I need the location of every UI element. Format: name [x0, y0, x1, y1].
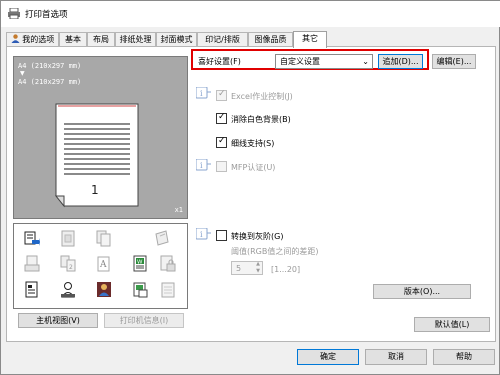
svg-text:W: W: [137, 260, 143, 266]
tab-stamp-layout[interactable]: 印记/排版: [197, 32, 248, 47]
paper-tray-icon[interactable]: [24, 255, 40, 272]
svg-text:i: i: [200, 89, 203, 98]
document-stack-icon[interactable]: [24, 281, 40, 298]
svg-text:i: i: [200, 230, 203, 239]
help-button[interactable]: 帮助: [433, 349, 495, 365]
spinner-arrows-icon: ▲ ▼: [256, 261, 260, 274]
print-preferences-window: 打印首选项 我的选项 基本 布局 排纸处理 封面模式 印记/排版 图像品质 其它…: [0, 0, 500, 375]
info-icon: i: [196, 87, 211, 99]
edit-favorite-button[interactable]: 编辑(E)...: [432, 54, 476, 69]
info-icon: i: [196, 159, 211, 171]
threshold-range: [1...20]: [271, 265, 301, 274]
tab-layout[interactable]: 布局: [87, 32, 115, 47]
secure-print-icon[interactable]: [160, 255, 176, 272]
excel-control-label: Excel作业控制(J): [231, 92, 293, 101]
favorites-select[interactable]: 自定义设置 ⌄: [275, 54, 373, 69]
tab-finishing[interactable]: 排纸处理: [115, 32, 156, 47]
tab-other[interactable]: 其它: [293, 31, 327, 48]
account-track-icon[interactable]: [96, 281, 112, 298]
title-bar: 打印首选项: [1, 1, 500, 27]
threshold-label: 阈值(RGB值之间的差距): [231, 247, 319, 256]
default-button[interactable]: 默认值(L): [414, 317, 490, 332]
mfp-auth-checkbox: [216, 161, 227, 172]
tab-my-options[interactable]: 我的选项: [6, 32, 59, 47]
text-layout-icon[interactable]: A: [96, 255, 112, 272]
tab-cover-mode[interactable]: 封面模式: [156, 32, 197, 47]
arrow-down-icon: ▼: [20, 70, 25, 77]
add-favorite-button[interactable]: 追加(D)...: [378, 54, 423, 69]
check-icon: ✓: [218, 112, 226, 122]
printer-info-button: 打印机信息(I): [104, 313, 184, 328]
version-button[interactable]: 版本(O)...: [373, 284, 471, 299]
word-document-icon[interactable]: W: [132, 255, 148, 272]
copies-count: x1: [174, 206, 183, 214]
remove-white-bg-checkbox[interactable]: ✓: [216, 112, 227, 124]
print-preview: A4 (210x297 mm) ▼ A4 (210x297 mm) 1 x1: [13, 56, 188, 219]
duplex-icon[interactable]: 2: [60, 255, 76, 272]
mfp-auth-label: MFP认证(U): [231, 163, 276, 172]
main-view-button[interactable]: 主机视图(V): [18, 313, 98, 328]
remove-white-bg-label: 消除白色背景(B): [231, 115, 291, 124]
thin-line-checkbox[interactable]: ✓: [216, 136, 227, 148]
check-icon: ✓: [218, 136, 226, 146]
printer-icon: [8, 8, 20, 19]
box-save-icon[interactable]: [132, 281, 148, 298]
excel-control-checkbox: ✓: [216, 89, 227, 101]
finishing-icon[interactable]: [154, 230, 170, 247]
cancel-button[interactable]: 取消: [365, 349, 427, 365]
svg-text:1: 1: [91, 183, 99, 197]
overlay-icon[interactable]: [160, 281, 176, 298]
output-size-label: A4 (210x297 mm): [18, 78, 82, 86]
paper-size-label: A4 (210x297 mm): [18, 62, 82, 70]
output-method-icon[interactable]: [60, 230, 76, 247]
svg-text:i: i: [200, 161, 203, 170]
info-icon: i: [196, 228, 211, 240]
convert-gray-label: 转换到灰阶(G): [231, 232, 284, 241]
threshold-spinner: 5 ▲ ▼: [231, 261, 263, 275]
copies-icon[interactable]: [96, 230, 112, 247]
page-preview-icon: 1: [54, 103, 139, 208]
print-job-icon[interactable]: [24, 230, 40, 247]
user-icon: [11, 34, 20, 43]
chevron-down-icon: ⌄: [362, 57, 369, 66]
tab-basic[interactable]: 基本: [59, 32, 87, 47]
window-title: 打印首选项: [25, 10, 68, 20]
function-icon-grid: 2 A W: [13, 223, 188, 309]
check-icon: ✓: [218, 89, 226, 99]
convert-gray-checkbox[interactable]: [216, 230, 227, 241]
user-auth-icon[interactable]: [60, 281, 76, 298]
tab-image-quality[interactable]: 图像品质: [248, 32, 293, 47]
svg-text:A: A: [99, 260, 107, 270]
svg-text:2: 2: [69, 264, 73, 271]
ok-button[interactable]: 确定: [297, 349, 359, 365]
favorites-label: 喜好设置(F): [198, 57, 241, 66]
thin-line-label: 细线支持(S): [231, 139, 275, 148]
